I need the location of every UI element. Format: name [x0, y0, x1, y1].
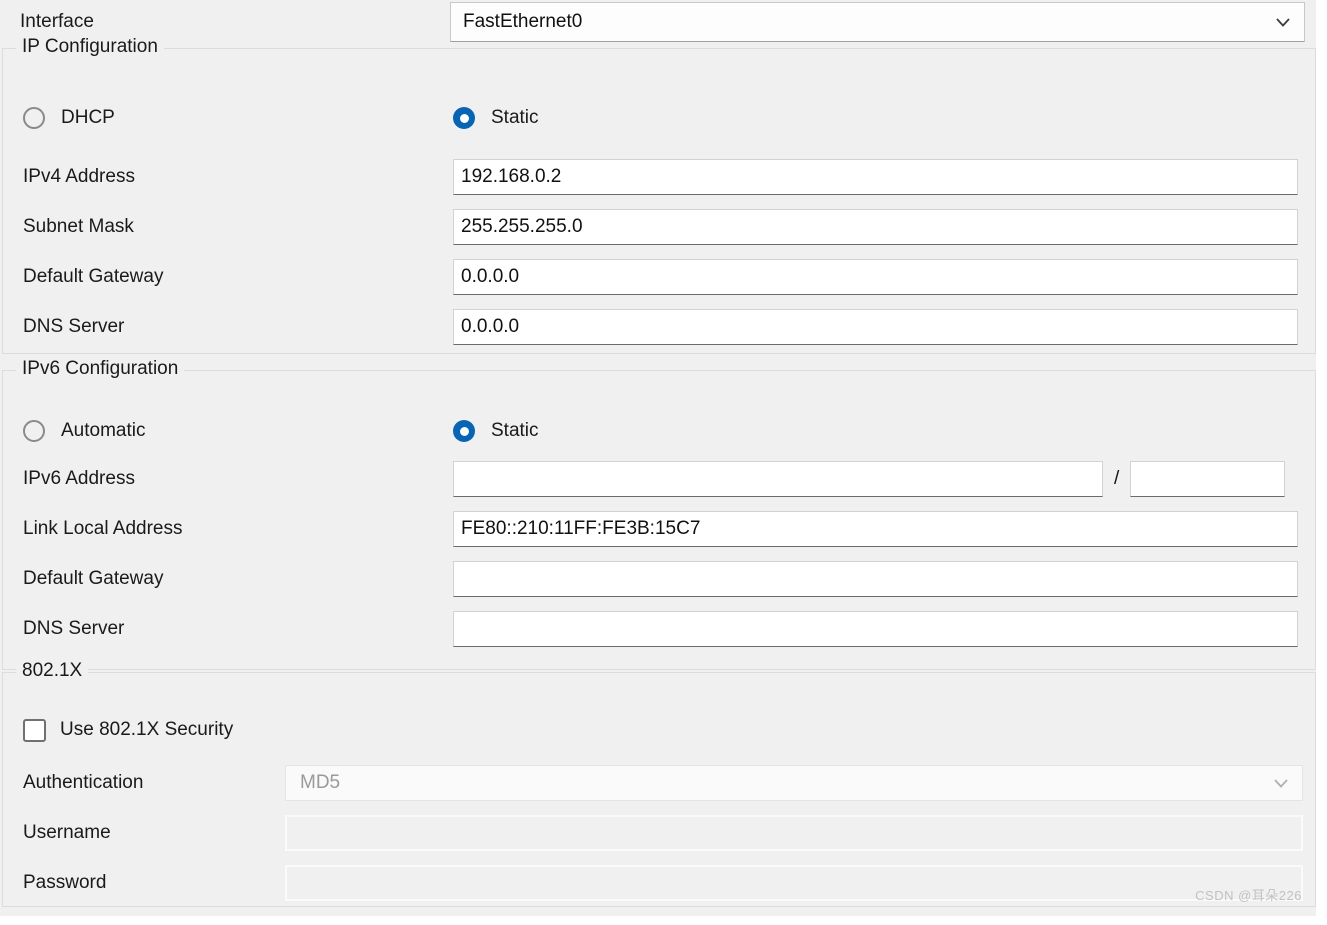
ipv4-default-gateway-label: Default Gateway	[23, 266, 164, 287]
interface-dropdown[interactable]: FastEthernet0	[450, 2, 1305, 42]
ip-configuration-title: IP Configuration	[16, 36, 164, 58]
radio-ipv4-static-indicator	[453, 107, 475, 129]
ipv4-address-label: IPv4 Address	[23, 166, 135, 187]
ipv6-link-local-input[interactable]: FE80::210:11FF:FE3B:15C7	[453, 511, 1298, 547]
ipv6-address-label: IPv6 Address	[23, 468, 135, 489]
checkbox-use-8021x-security-indicator	[23, 718, 46, 742]
radio-ipv4-static-label: Static	[491, 107, 539, 128]
watermark: CSDN @耳朵226	[1195, 888, 1302, 903]
radio-ipv6-static-indicator	[453, 420, 475, 442]
ipv6-configuration-group: IPv6 Configuration Automatic Static IPv6…	[2, 358, 1316, 670]
ipv6-dns-server-row: DNS Server	[3, 611, 1315, 647]
radio-dhcp-label: DHCP	[61, 107, 115, 128]
authentication-row: Authentication MD5	[3, 765, 1315, 801]
checkbox-use-8021x-security[interactable]: Use 802.1X Security	[23, 715, 233, 745]
ipv6-dns-server-input[interactable]	[453, 611, 1298, 647]
ipv6-configuration-title: IPv6 Configuration	[16, 358, 185, 380]
radio-dhcp-indicator	[23, 107, 45, 129]
radio-ipv6-automatic-label: Automatic	[61, 420, 146, 441]
radio-dhcp[interactable]: DHCP	[23, 103, 115, 133]
ipv6-default-gateway-label: Default Gateway	[23, 568, 164, 589]
ipv6-link-local-row: Link Local Address FE80::210:11FF:FE3B:1…	[3, 511, 1315, 547]
subnet-mask-input[interactable]: 255.255.255.0	[453, 209, 1298, 245]
radio-ipv6-static-label: Static	[491, 420, 539, 441]
authentication-label: Authentication	[23, 772, 144, 793]
dot1x-group: 802.1X Use 802.1X Security Authenticatio…	[2, 660, 1316, 907]
dot1x-title: 802.1X	[16, 660, 89, 682]
ipv6-default-gateway-row: Default Gateway	[3, 561, 1315, 597]
radio-ipv6-automatic[interactable]: Automatic	[23, 416, 145, 446]
chevron-down-icon	[1276, 18, 1290, 27]
ipv4-default-gateway-input[interactable]: 0.0.0.0	[453, 259, 1298, 295]
interface-dropdown-value: FastEthernet0	[463, 11, 583, 32]
password-row: Password	[3, 865, 1315, 901]
ipv6-default-gateway-input[interactable]	[453, 561, 1298, 597]
username-input[interactable]	[285, 815, 1303, 851]
interface-label: Interface	[20, 11, 94, 32]
ipv6-prefix-separator: /	[1114, 468, 1120, 489]
ipv6-link-local-label: Link Local Address	[23, 518, 183, 539]
ipv4-dns-server-input[interactable]: 0.0.0.0	[453, 309, 1298, 345]
radio-ipv6-automatic-indicator	[23, 420, 45, 442]
radio-ipv4-static[interactable]: Static	[453, 103, 539, 133]
ipv4-default-gateway-row: Default Gateway 0.0.0.0	[3, 259, 1315, 295]
authentication-dropdown-value: MD5	[300, 772, 341, 793]
ipv6-address-row: IPv6 Address /	[3, 461, 1315, 497]
interface-config-panel: Interface FastEthernet0 IP Configuration…	[0, 0, 1327, 925]
ipv4-address-input[interactable]: 192.168.0.2	[453, 159, 1298, 195]
subnet-mask-label: Subnet Mask	[23, 216, 134, 237]
ipv4-address-row: IPv4 Address 192.168.0.2	[3, 159, 1315, 195]
chevron-down-icon-authentication	[1274, 779, 1288, 788]
ipv4-dns-server-label: DNS Server	[23, 316, 125, 337]
interface-row: Interface FastEthernet0	[0, 0, 1316, 44]
ipv6-prefix-input[interactable]	[1130, 461, 1286, 497]
username-label: Username	[23, 822, 111, 843]
ipv4-dns-server-row: DNS Server 0.0.0.0	[3, 309, 1315, 345]
password-input[interactable]	[285, 865, 1303, 901]
subnet-mask-row: Subnet Mask 255.255.255.0	[3, 209, 1315, 245]
checkbox-use-8021x-security-label: Use 802.1X Security	[60, 719, 234, 740]
ipv6-address-input[interactable]	[453, 461, 1103, 497]
ipv6-dns-server-label: DNS Server	[23, 618, 125, 639]
username-row: Username	[3, 815, 1315, 851]
ip-configuration-group: IP Configuration DHCP Static IPv4 Addres…	[2, 36, 1316, 354]
authentication-dropdown[interactable]: MD5	[285, 765, 1303, 801]
password-label: Password	[23, 872, 107, 893]
radio-ipv6-static[interactable]: Static	[453, 416, 539, 446]
